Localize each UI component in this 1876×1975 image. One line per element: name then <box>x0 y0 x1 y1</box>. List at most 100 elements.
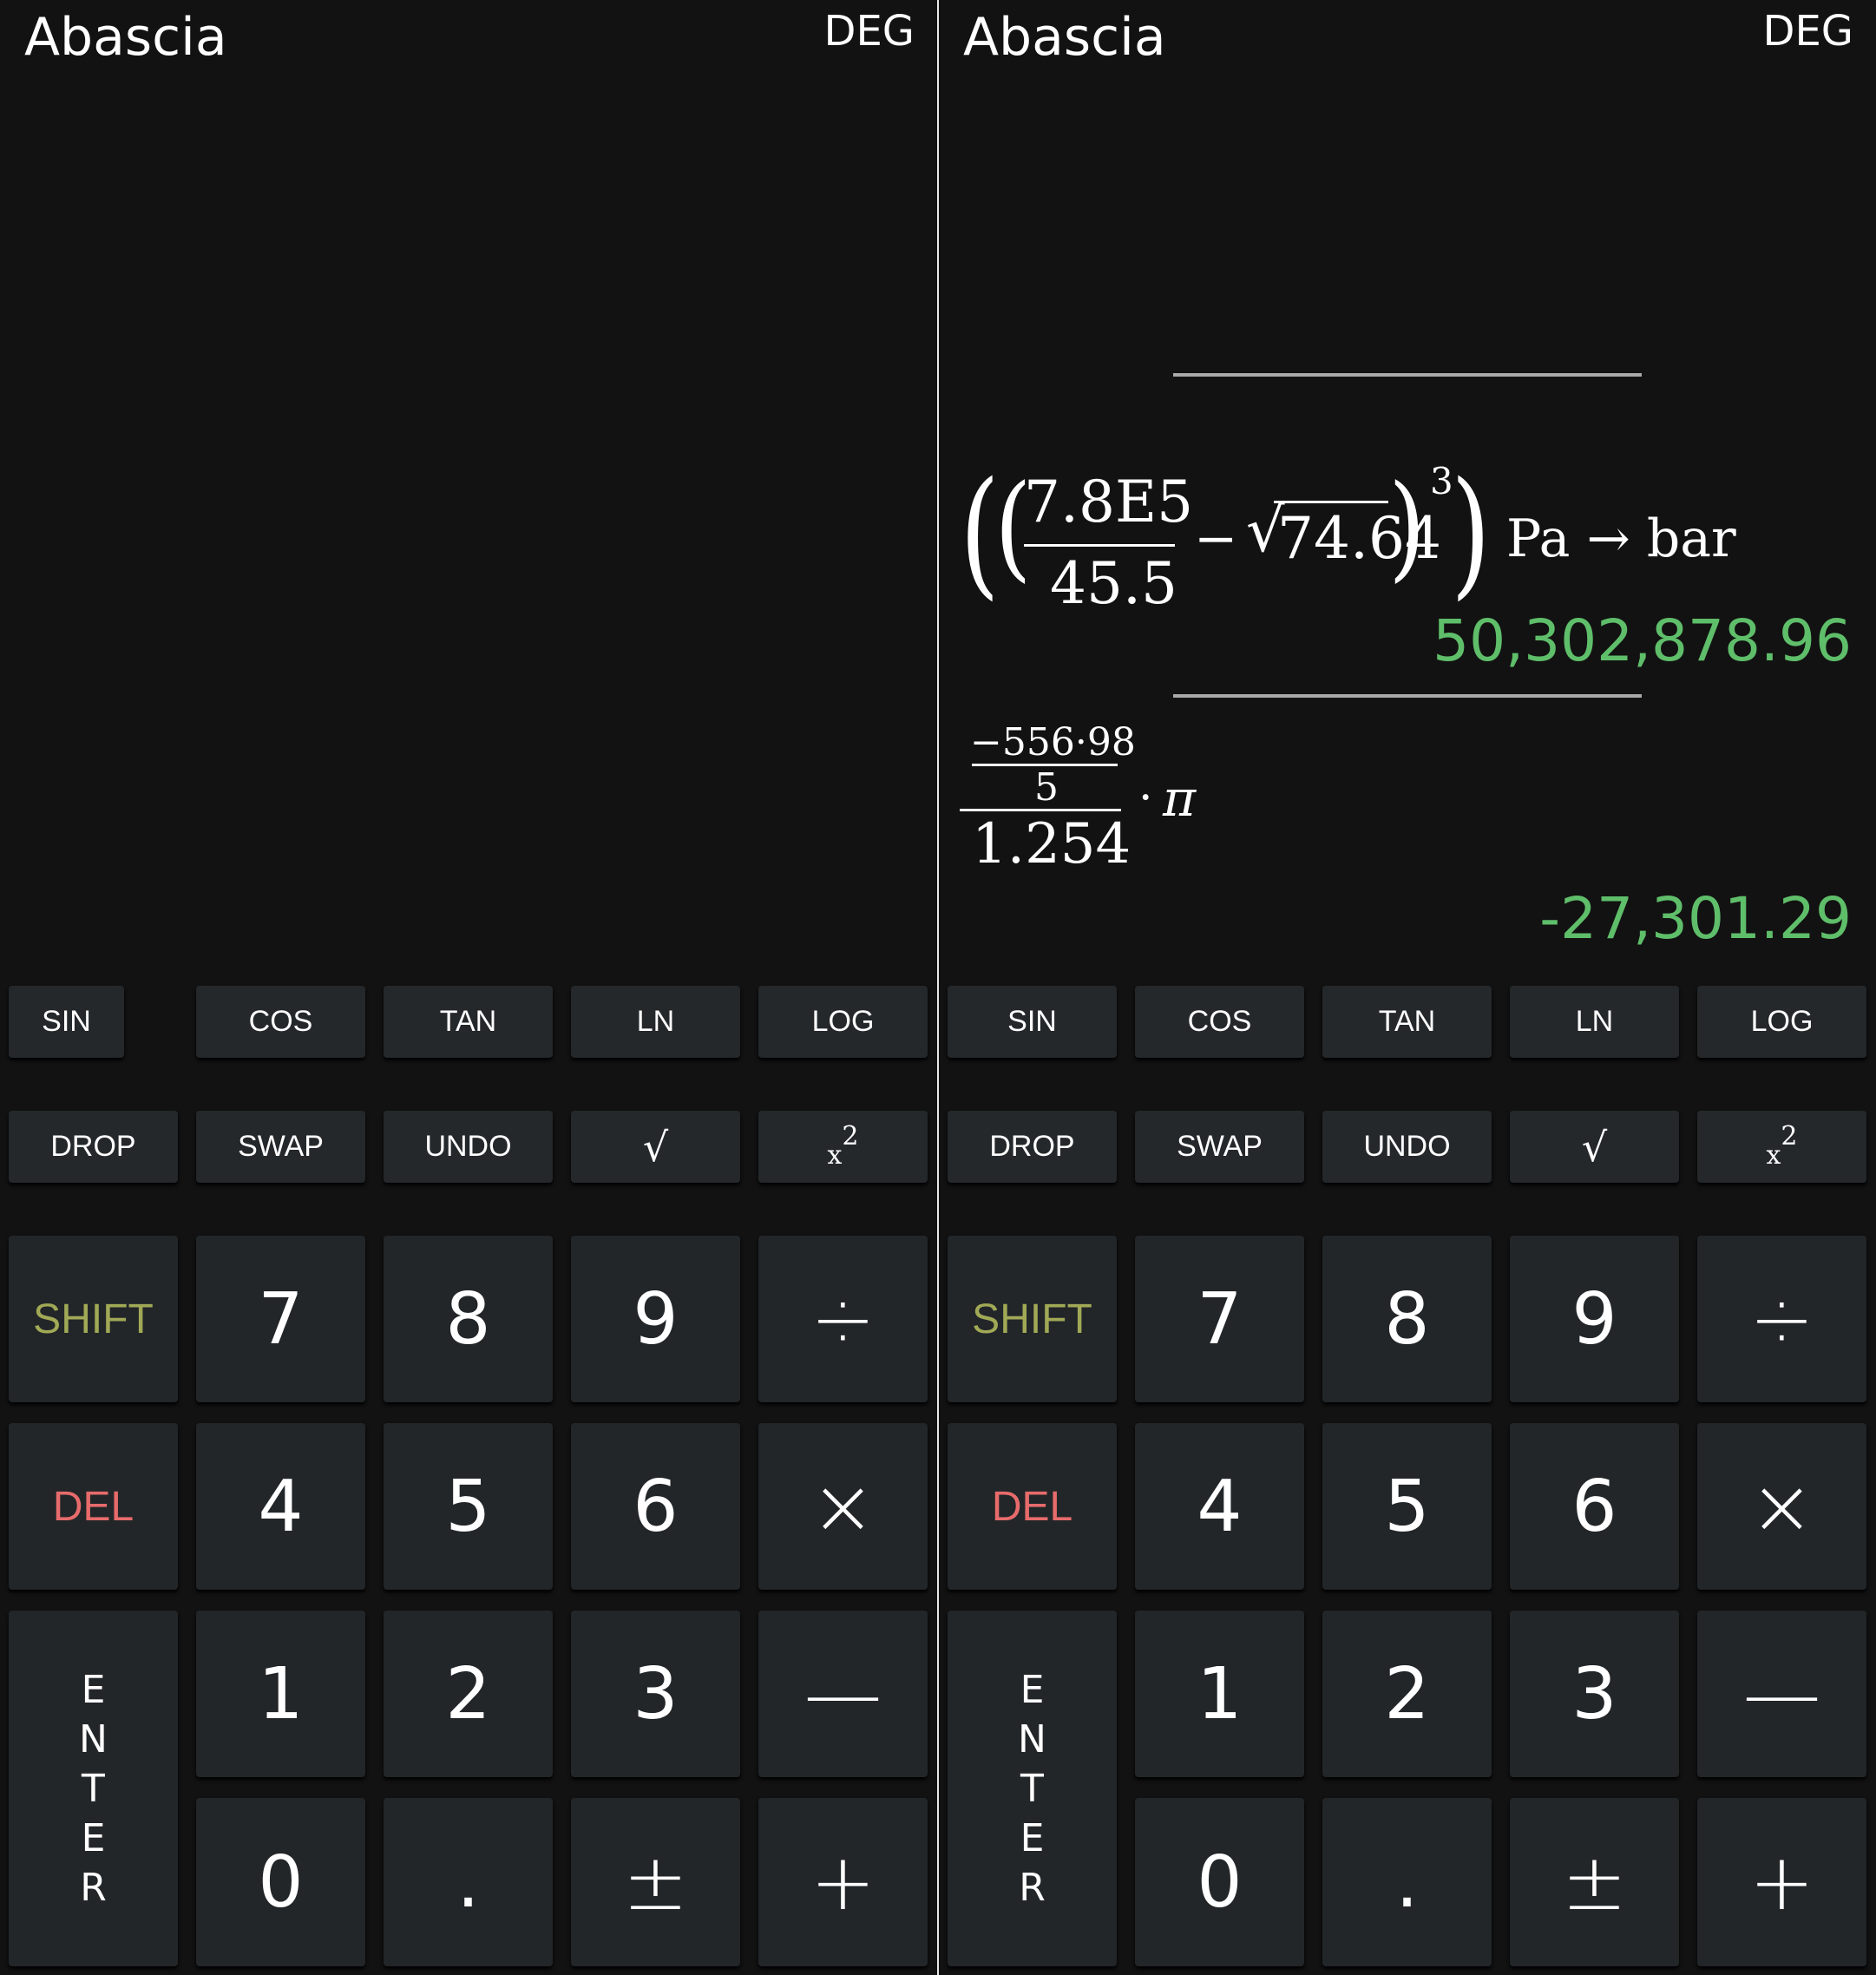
square-exponent: 2 <box>842 1121 859 1152</box>
enter-letter: E <box>81 1815 106 1860</box>
pi-symbol: π <box>1163 769 1197 828</box>
enter-letter: E <box>81 1667 106 1712</box>
digit-0-button[interactable]: 0 <box>196 1798 365 1966</box>
close-paren-outer: ) <box>1451 451 1492 613</box>
keypad: SIN COS TAN LN LOG DROP SWAP UNDO √ x2 S… <box>939 981 1876 1975</box>
stack-display <box>0 87 937 981</box>
enter-letter: R <box>1019 1865 1046 1910</box>
inner-denominator: 5 <box>1034 765 1059 810</box>
digit-1-button[interactable]: 1 <box>1135 1611 1304 1777</box>
digit-5-button[interactable]: 5 <box>384 1423 553 1590</box>
minus-sign: − <box>1194 509 1238 569</box>
drop-button[interactable]: DROP <box>9 1111 178 1183</box>
shift-button[interactable]: SHIFT <box>9 1236 178 1402</box>
square-button[interactable]: x2 <box>758 1111 928 1183</box>
calculator-screen-right: Abascia DEG ( ( 7.8E5 45.5 − √ 74.64 ) 3… <box>939 0 1876 1975</box>
undo-button[interactable]: UNDO <box>384 1111 553 1183</box>
enter-letter: R <box>80 1865 107 1910</box>
digit-6-button[interactable]: 6 <box>571 1423 740 1590</box>
stack-expression-2[interactable]: −556·98 5 1.254 · π <box>960 712 1394 972</box>
stack-separator <box>1173 694 1642 698</box>
digit-8-button[interactable]: 8 <box>1322 1236 1492 1402</box>
delete-button[interactable]: DEL <box>948 1423 1117 1590</box>
digit-4-button[interactable]: 4 <box>1135 1423 1304 1590</box>
enter-letter: T <box>82 1766 105 1811</box>
swap-button[interactable]: SWAP <box>1135 1111 1304 1183</box>
radical-overbar <box>1274 501 1388 503</box>
sqrt-button[interactable]: √ <box>571 1111 740 1183</box>
cos-button[interactable]: COS <box>196 986 365 1058</box>
divide-button[interactable]: ÷ <box>1697 1236 1866 1402</box>
app-title: Abascia <box>24 7 227 68</box>
stack-result-1[interactable]: 50,302,878.96 <box>1433 607 1852 674</box>
sin-button[interactable]: SIN <box>948 986 1117 1058</box>
add-button[interactable]: + <box>1697 1798 1866 1966</box>
digit-4-button[interactable]: 4 <box>196 1423 365 1590</box>
tan-button[interactable]: TAN <box>1322 986 1492 1058</box>
digit-3-button[interactable]: 3 <box>571 1611 740 1777</box>
shift-button[interactable]: SHIFT <box>948 1236 1117 1402</box>
unit-conversion: Pa → bar <box>1506 509 1736 569</box>
digit-7-button[interactable]: 7 <box>1135 1236 1304 1402</box>
multiply-button[interactable]: × <box>1697 1423 1866 1590</box>
enter-button[interactable]: E N T E R <box>948 1611 1117 1966</box>
enter-button[interactable]: E N T E R <box>9 1611 178 1966</box>
subtract-button[interactable]: — <box>758 1611 928 1777</box>
app-title: Abascia <box>963 7 1166 68</box>
add-button[interactable]: + <box>758 1798 928 1966</box>
delete-button[interactable]: DEL <box>9 1423 178 1590</box>
close-paren-inner: ) <box>1388 460 1426 594</box>
enter-letter: T <box>1020 1766 1044 1811</box>
stack-result-2[interactable]: -27,301.29 <box>1539 885 1852 952</box>
sin-button[interactable]: SIN <box>9 986 124 1058</box>
plus-minus-button[interactable]: ± <box>1510 1798 1679 1966</box>
drop-button[interactable]: DROP <box>948 1111 1117 1183</box>
fraction-numerator: 7.8E5 <box>1024 469 1194 535</box>
square-base: x <box>1766 1140 1781 1171</box>
swap-button[interactable]: SWAP <box>196 1111 365 1183</box>
times-dot: · <box>1138 772 1153 824</box>
multiply-button[interactable]: × <box>758 1423 928 1590</box>
fraction-bar <box>1024 544 1175 547</box>
inner-numerator: −556·98 <box>970 720 1136 764</box>
cos-button[interactable]: COS <box>1135 986 1304 1058</box>
tan-button[interactable]: TAN <box>384 986 553 1058</box>
main-fraction-bar <box>960 809 1121 811</box>
decimal-point-button[interactable]: . <box>1322 1798 1492 1966</box>
main-denominator: 1.254 <box>972 812 1132 876</box>
stack-separator <box>1173 373 1642 377</box>
log-button[interactable]: LOG <box>1697 986 1866 1058</box>
digit-0-button[interactable]: 0 <box>1135 1798 1304 1966</box>
divide-button[interactable]: ÷ <box>758 1236 928 1402</box>
digit-9-button[interactable]: 9 <box>1510 1236 1679 1402</box>
digit-2-button[interactable]: 2 <box>1322 1611 1492 1777</box>
digit-8-button[interactable]: 8 <box>384 1236 553 1402</box>
ln-button[interactable]: LN <box>571 986 740 1058</box>
undo-button[interactable]: UNDO <box>1322 1111 1492 1183</box>
digit-1-button[interactable]: 1 <box>196 1611 365 1777</box>
plus-minus-button[interactable]: ± <box>571 1798 740 1966</box>
sqrt-button[interactable]: √ <box>1510 1111 1679 1183</box>
stack-display: ( ( 7.8E5 45.5 − √ 74.64 ) 3 ) Pa → bar … <box>939 87 1876 981</box>
digit-7-button[interactable]: 7 <box>196 1236 365 1402</box>
enter-letter: N <box>79 1716 108 1762</box>
fraction-denominator: 45.5 <box>1050 550 1177 617</box>
enter-letter: E <box>1020 1815 1045 1860</box>
decimal-point-button[interactable]: . <box>384 1798 553 1966</box>
angle-mode-indicator[interactable]: DEG <box>824 7 915 56</box>
subtract-button[interactable]: — <box>1697 1611 1866 1777</box>
digit-2-button[interactable]: 2 <box>384 1611 553 1777</box>
calculator-screen-left: Abascia DEG SIN COS TAN LN LOG DROP SWAP… <box>0 0 937 1975</box>
exponent: 3 <box>1430 460 1453 502</box>
log-button[interactable]: LOG <box>758 986 928 1058</box>
digit-3-button[interactable]: 3 <box>1510 1611 1679 1777</box>
enter-letter: E <box>1020 1667 1045 1712</box>
digit-5-button[interactable]: 5 <box>1322 1423 1492 1590</box>
enter-letter: N <box>1018 1716 1046 1762</box>
keypad: SIN COS TAN LN LOG DROP SWAP UNDO √ x2 S… <box>0 981 937 1975</box>
digit-6-button[interactable]: 6 <box>1510 1423 1679 1590</box>
square-button[interactable]: x2 <box>1697 1111 1866 1183</box>
digit-9-button[interactable]: 9 <box>571 1236 740 1402</box>
angle-mode-indicator[interactable]: DEG <box>1763 7 1853 56</box>
ln-button[interactable]: LN <box>1510 986 1679 1058</box>
